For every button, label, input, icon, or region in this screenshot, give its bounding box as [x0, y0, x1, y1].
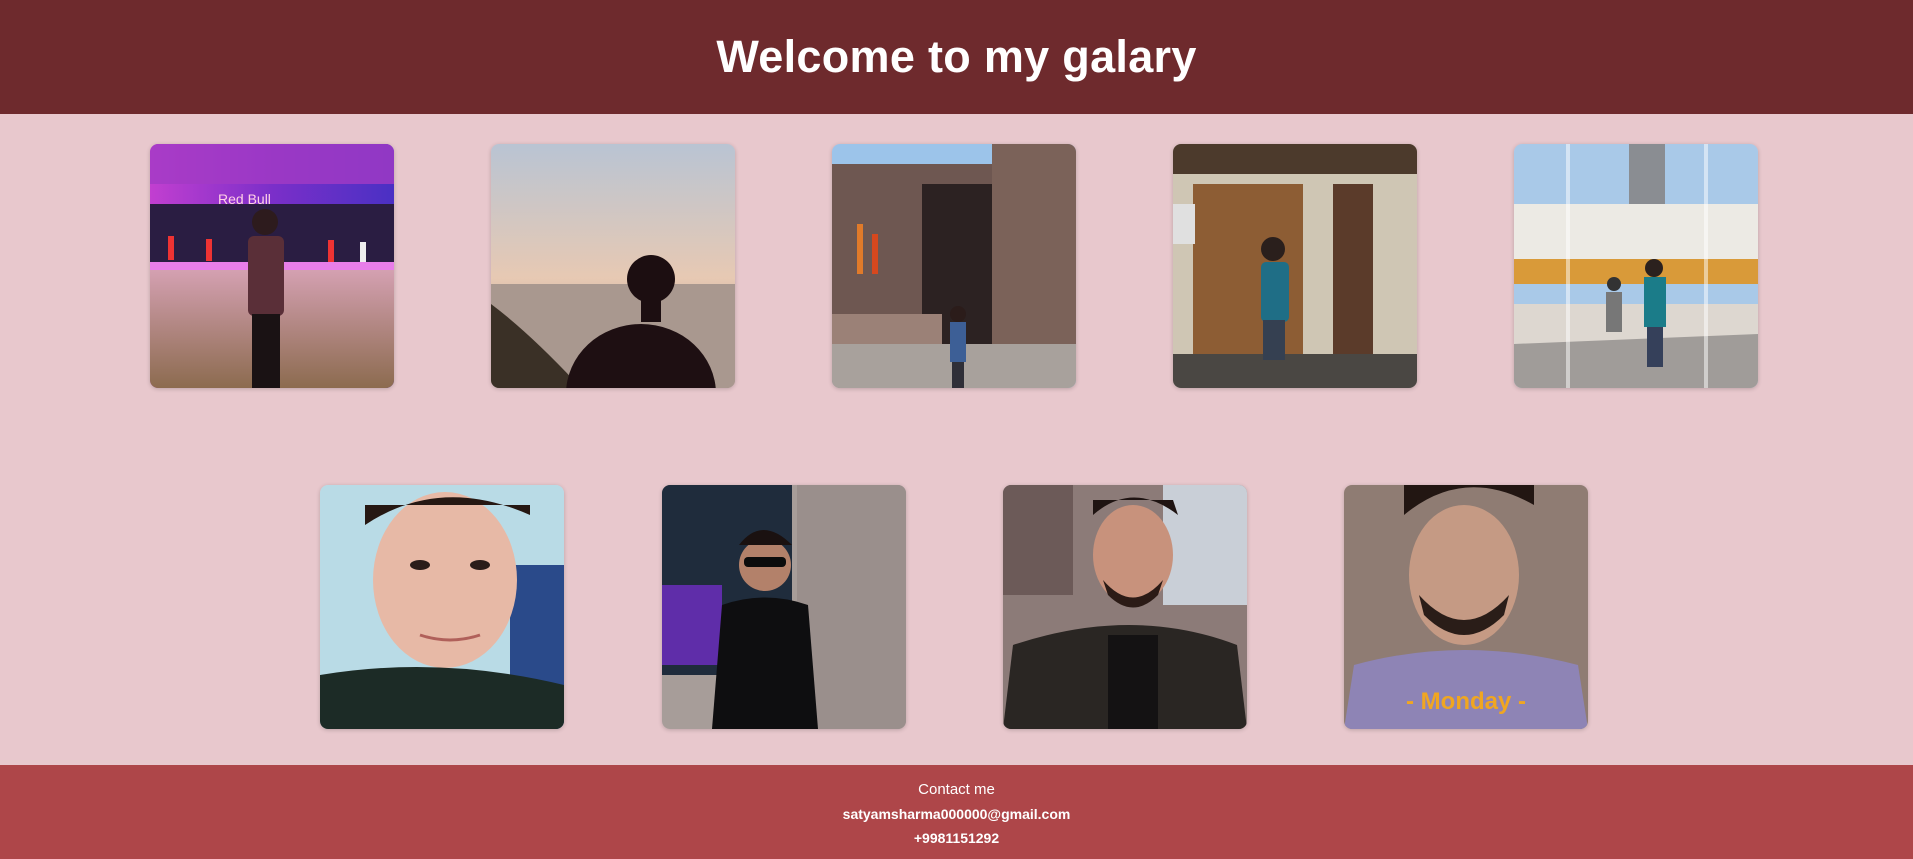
- gallery-photo-2[interactable]: [491, 144, 735, 388]
- page-title: Welcome to my galary: [716, 31, 1197, 82]
- photo-portrait-smile: [320, 485, 564, 729]
- contact-title: Contact me: [918, 781, 995, 798]
- page-footer: Contact me satyamsharma000000@gmail.com …: [0, 765, 1913, 859]
- gallery-photo-5[interactable]: [1514, 144, 1758, 388]
- contact-phone[interactable]: +9981151292: [0, 830, 1913, 846]
- neon-sign-text: Red Bull: [218, 191, 271, 207]
- gallery-photo-4[interactable]: [1173, 144, 1417, 388]
- photo-jacket-portrait: [1003, 485, 1247, 729]
- photo-monday-tshirt: - Monday -: [1344, 485, 1588, 729]
- page-header: Welcome to my galary: [0, 0, 1913, 114]
- photo-monument-crowd: [1514, 144, 1758, 388]
- gallery-photo-1[interactable]: Red Bull: [150, 144, 394, 388]
- contact-email[interactable]: satyamsharma000000@gmail.com: [0, 806, 1913, 822]
- gallery-photo-6[interactable]: [320, 485, 564, 729]
- shirt-text: - Monday -: [1406, 688, 1526, 715]
- photo-sunset-lake: [491, 144, 735, 388]
- photo-party-neon: Red Bull: [150, 144, 394, 388]
- gallery-photo-7[interactable]: [662, 485, 906, 729]
- photo-mirror-selfie: [1173, 144, 1417, 388]
- photo-sunglasses-portrait: [662, 485, 906, 729]
- gallery-photo-3[interactable]: [832, 144, 1076, 388]
- gallery-photo-9[interactable]: - Monday -: [1344, 485, 1588, 729]
- gallery-photo-8[interactable]: [1003, 485, 1247, 729]
- photo-temple: [832, 144, 1076, 388]
